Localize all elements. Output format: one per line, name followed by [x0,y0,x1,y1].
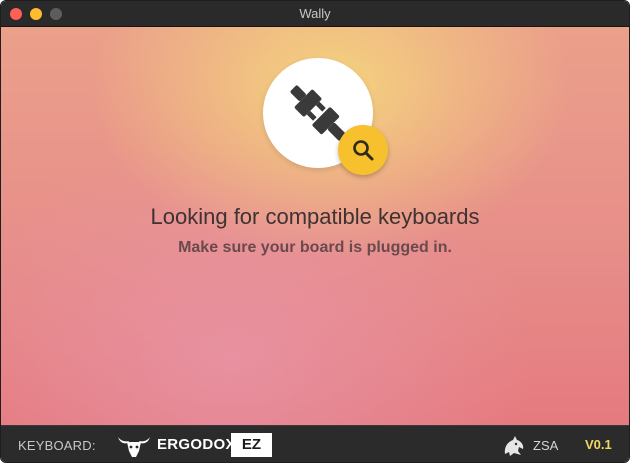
company-name: ZSA [533,438,559,453]
window-title: Wally [299,6,331,21]
main-content: Looking for compatible keyboards Make su… [1,27,629,425]
version-label: V0.1 [585,437,612,452]
search-icon [353,140,374,161]
search-badge [338,125,388,175]
status-heading: Looking for compatible keyboards [150,204,480,229]
brand-suffix-badge: EZ [231,433,272,457]
app-window: Wally Looking for compatible keyboards M… [0,0,630,463]
status-footer: KEYBOARD: ERGODOX EZ ZSA V0.1 [1,425,629,462]
status-subheading: Make sure your board is plugged in. [178,239,452,256]
zsa-logo-icon [504,436,524,456]
ox-head-logo-icon [118,437,150,457]
brand-name: ERGODOX [157,436,236,453]
keyboard-label: KEYBOARD: [18,438,96,453]
title-bar[interactable]: Wally [1,1,629,27]
